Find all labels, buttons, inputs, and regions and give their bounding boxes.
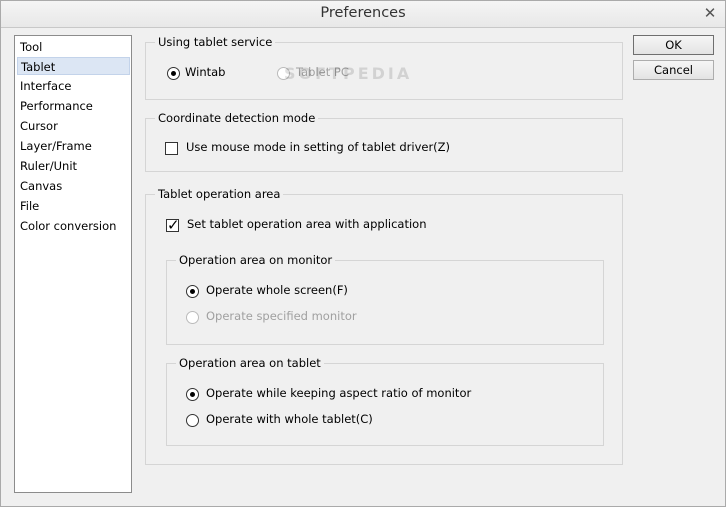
- tablet-service-legend: Using tablet service: [155, 35, 276, 50]
- sidebar-item-canvas[interactable]: Canvas: [17, 177, 130, 195]
- preferences-dialog: Preferences ✕ Tool Tablet Interface Perf…: [0, 0, 726, 507]
- monitor-area-legend: Operation area on monitor: [176, 253, 336, 268]
- whole-screen-label[interactable]: Operate whole screen(F): [206, 283, 348, 297]
- category-list[interactable]: Tool Tablet Interface Performance Cursor…: [14, 35, 132, 493]
- sidebar-item-color-conversion[interactable]: Color conversion: [17, 217, 130, 235]
- ok-button[interactable]: OK: [633, 35, 714, 55]
- tablet-service-group: Using tablet service Wintab Tablet PC: [145, 35, 623, 100]
- keep-aspect-radio[interactable]: [186, 388, 199, 401]
- tablet-pc-radio[interactable]: [277, 67, 290, 80]
- tablet-area-group: Operation area on tablet Operate while k…: [166, 356, 604, 446]
- operation-area-group: Tablet operation area Set tablet operati…: [145, 187, 623, 465]
- sidebar-item-performance[interactable]: Performance: [17, 97, 130, 115]
- whole-tablet-label[interactable]: Operate with whole tablet(C): [206, 412, 373, 426]
- specified-monitor-label[interactable]: Operate specified monitor: [206, 309, 357, 323]
- sidebar-item-interface[interactable]: Interface: [17, 77, 130, 95]
- wintab-radio[interactable]: [167, 67, 180, 80]
- keep-aspect-label[interactable]: Operate while keeping aspect ratio of mo…: [206, 386, 471, 400]
- sidebar-item-tablet[interactable]: Tablet: [17, 57, 130, 75]
- sidebar-item-tool[interactable]: Tool: [17, 38, 130, 56]
- set-with-app-label[interactable]: Set tablet operation area with applicati…: [187, 217, 427, 231]
- coordinate-group: Coordinate detection mode Use mouse mode…: [145, 111, 623, 172]
- sidebar-item-layer-frame[interactable]: Layer/Frame: [17, 137, 130, 155]
- title-bar[interactable]: Preferences ✕: [1, 1, 725, 28]
- close-icon[interactable]: ✕: [699, 3, 721, 23]
- sidebar-item-file[interactable]: File: [17, 197, 130, 215]
- operation-area-legend: Tablet operation area: [155, 187, 284, 202]
- set-with-app-checkbox[interactable]: [166, 216, 180, 234]
- monitor-area-group: Operation area on monitor Operate whole …: [166, 253, 604, 345]
- tablet-area-legend: Operation area on tablet: [176, 356, 324, 371]
- sidebar-item-cursor[interactable]: Cursor: [17, 117, 130, 135]
- mouse-mode-checkbox[interactable]: [165, 142, 178, 155]
- coordinate-legend: Coordinate detection mode: [155, 111, 319, 126]
- sidebar-item-ruler-unit[interactable]: Ruler/Unit: [17, 157, 130, 175]
- whole-tablet-radio[interactable]: [186, 414, 199, 427]
- specified-monitor-radio[interactable]: [186, 311, 199, 324]
- tablet-pc-label[interactable]: Tablet PC: [296, 65, 349, 79]
- mouse-mode-label[interactable]: Use mouse mode in setting of tablet driv…: [186, 140, 450, 154]
- cancel-button[interactable]: Cancel: [633, 60, 714, 80]
- window-title: Preferences: [320, 5, 406, 21]
- wintab-label[interactable]: Wintab: [185, 65, 225, 79]
- whole-screen-radio[interactable]: [186, 285, 199, 298]
